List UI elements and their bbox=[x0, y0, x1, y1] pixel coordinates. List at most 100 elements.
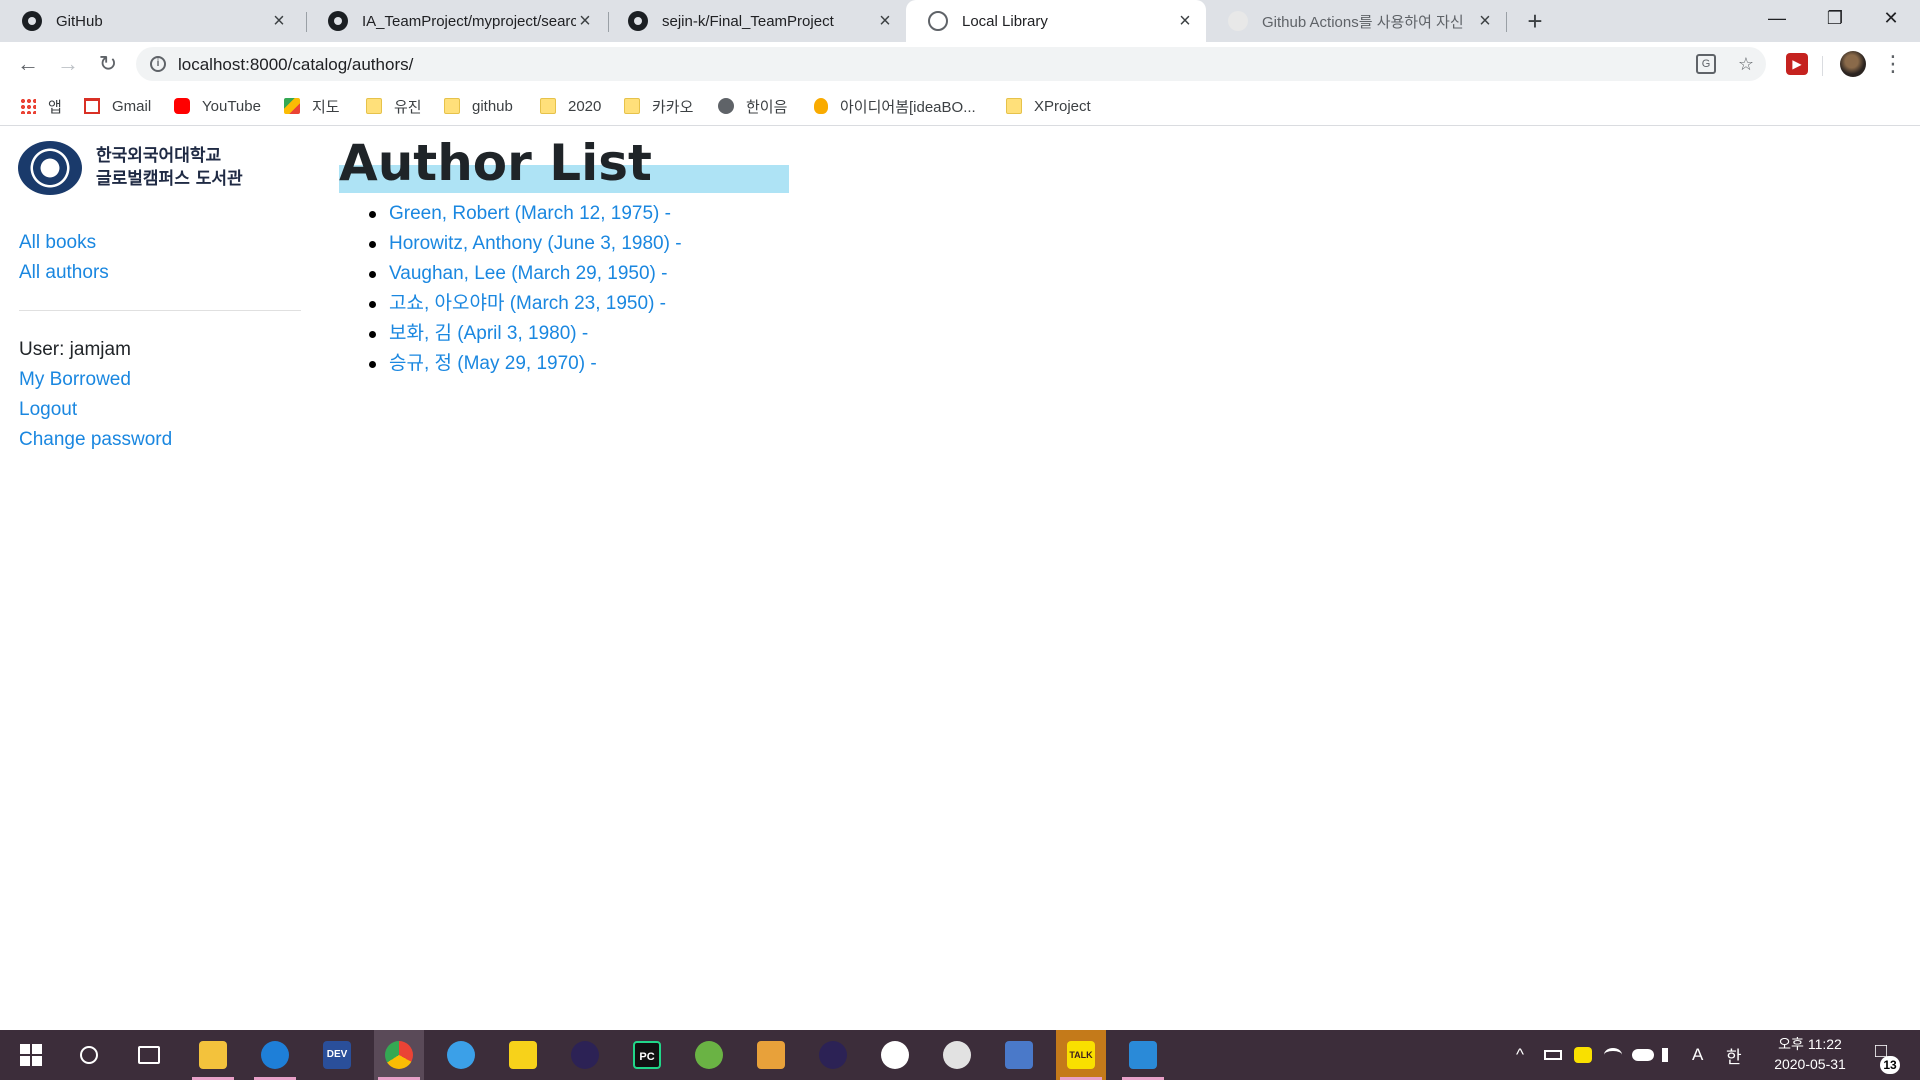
bookmark-folder-xproject[interactable]: XProject bbox=[1006, 94, 1091, 118]
tab-title: sejin-k/Final_TeamProject bbox=[662, 12, 834, 30]
eclipse-icon bbox=[819, 1041, 847, 1069]
tray-chevron-icon[interactable]: ^ bbox=[1516, 1030, 1524, 1080]
all-authors-link[interactable]: All authors bbox=[19, 262, 109, 284]
start-button[interactable] bbox=[6, 1030, 56, 1080]
task-view-button[interactable] bbox=[124, 1030, 174, 1080]
tab-ia-teamproject[interactable]: IA_TeamProject/myproject/searc × bbox=[306, 0, 606, 42]
taskbar-network-app[interactable] bbox=[746, 1030, 796, 1080]
taskbar-file-explorer[interactable] bbox=[188, 1030, 238, 1080]
author-link[interactable]: Green, Robert (March 12, 1975) - bbox=[389, 203, 671, 224]
author-link[interactable]: 고쇼, 아오야마 (March 23, 1950) - bbox=[389, 293, 666, 314]
bookmark-label: 한이음 bbox=[746, 98, 788, 116]
bookmark-gmail[interactable]: Gmail bbox=[84, 94, 151, 118]
library-logo[interactable]: 한국외국어대학교 글로벌캠퍼스 도서관 bbox=[18, 141, 243, 195]
author-link[interactable]: Vaughan, Lee (March 29, 1950) - bbox=[389, 263, 668, 284]
bookmark-haneum[interactable]: 한이음 bbox=[718, 94, 787, 118]
taskbar-vscode[interactable] bbox=[1118, 1030, 1168, 1080]
site-info-icon[interactable]: i bbox=[150, 56, 166, 72]
volume-icon[interactable] bbox=[1662, 1030, 1676, 1080]
all-books-link[interactable]: All books bbox=[19, 232, 96, 254]
taskbar-paint[interactable] bbox=[932, 1030, 982, 1080]
address-bar[interactable]: i localhost:8000/catalog/authors/ G ☆ bbox=[136, 47, 1766, 81]
maximize-button[interactable]: ❐ bbox=[1806, 0, 1864, 38]
bookmark-folder-github[interactable]: github bbox=[444, 94, 513, 118]
notification-badge: 13 bbox=[1880, 1056, 1900, 1074]
ie-icon bbox=[447, 1041, 475, 1069]
extension-icon[interactable]: ▶ bbox=[1786, 53, 1808, 75]
taskbar-devcpp[interactable]: DEV bbox=[312, 1030, 362, 1080]
tab-close-icon[interactable]: × bbox=[270, 11, 288, 31]
paint-icon bbox=[943, 1041, 971, 1069]
bookmarks-bar: 앱 Gmail YouTube 지도 유진 github 2020 카카오 한이… bbox=[0, 86, 1920, 126]
search-icon bbox=[80, 1046, 98, 1064]
kakao-tray-icon[interactable] bbox=[1574, 1030, 1592, 1080]
onedrive-icon[interactable] bbox=[1632, 1030, 1654, 1080]
page-icon bbox=[1228, 11, 1248, 31]
chrome-menu-icon[interactable]: ⋮ bbox=[1880, 48, 1906, 80]
tab-title: IA_TeamProject/myproject/searc bbox=[362, 12, 576, 30]
translate-icon[interactable]: G bbox=[1696, 54, 1716, 74]
tab-separator bbox=[1506, 12, 1507, 32]
remote-desktop-icon bbox=[1005, 1041, 1033, 1069]
taskbar-remote-desktop[interactable] bbox=[994, 1030, 1044, 1080]
tab-github[interactable]: GitHub × bbox=[0, 0, 300, 42]
tab-close-icon[interactable]: × bbox=[1476, 11, 1494, 31]
taskbar-ie[interactable] bbox=[436, 1030, 486, 1080]
bookmark-youtube[interactable]: YouTube bbox=[174, 94, 261, 118]
wifi-icon[interactable] bbox=[1604, 1030, 1622, 1080]
github-desktop-icon bbox=[881, 1041, 909, 1069]
tab-title: Github Actions를 사용하여 자신 bbox=[1262, 13, 1464, 31]
browser-toolbar: ← → ↻ i localhost:8000/catalog/authors/ … bbox=[0, 42, 1920, 86]
back-button[interactable]: ← bbox=[12, 48, 44, 80]
author-link[interactable]: Horowitz, Anthony (June 3, 1980) - bbox=[389, 233, 682, 254]
tab-strip: GitHub × IA_TeamProject/myproject/searc … bbox=[0, 0, 1920, 42]
user-label: User: jamjam bbox=[19, 339, 131, 360]
task-view-icon bbox=[138, 1046, 160, 1064]
system-clock[interactable]: 오후 11:22 2020-05-31 bbox=[1760, 1034, 1860, 1074]
reload-button[interactable]: ↻ bbox=[92, 48, 124, 80]
bookmark-star-icon[interactable]: ☆ bbox=[1734, 52, 1758, 76]
battery-icon[interactable] bbox=[1544, 1030, 1562, 1080]
tab-close-icon[interactable]: × bbox=[1176, 11, 1194, 31]
tab-close-icon[interactable]: × bbox=[576, 11, 594, 31]
bookmark-label: 앱 bbox=[48, 98, 62, 116]
bookmark-folder-kakao[interactable]: 카카오 bbox=[624, 94, 693, 118]
my-borrowed-link[interactable]: My Borrowed bbox=[19, 369, 131, 391]
taskbar-eclipse[interactable] bbox=[560, 1030, 610, 1080]
bookmark-apps[interactable]: 앱 bbox=[20, 94, 62, 118]
close-window-button[interactable]: ✕ bbox=[1862, 0, 1920, 38]
taskbar-pycharm[interactable]: PC bbox=[622, 1030, 672, 1080]
minimize-button[interactable]: — bbox=[1748, 0, 1806, 38]
taskbar-android-studio[interactable] bbox=[684, 1030, 734, 1080]
bookmark-label: YouTube bbox=[202, 97, 261, 115]
tab-local-library[interactable]: Local Library × bbox=[906, 0, 1206, 42]
bookmark-label: 지도 bbox=[312, 98, 340, 116]
search-button[interactable] bbox=[64, 1030, 114, 1080]
lightbulb-icon bbox=[814, 98, 828, 114]
ime-mode-a[interactable]: A bbox=[1692, 1030, 1703, 1080]
author-link[interactable]: 승규, 정 (May 29, 1970) - bbox=[389, 353, 597, 374]
logout-link[interactable]: Logout bbox=[19, 399, 77, 421]
taskbar-github-desktop[interactable] bbox=[870, 1030, 920, 1080]
profile-avatar[interactable] bbox=[1840, 51, 1866, 77]
taskbar-eclipse-2[interactable] bbox=[808, 1030, 858, 1080]
taskbar-chrome[interactable] bbox=[374, 1030, 424, 1080]
bookmark-folder-2020[interactable]: 2020 bbox=[540, 94, 601, 118]
new-tab-button[interactable]: + bbox=[1520, 6, 1550, 36]
bookmark-folder-yujin[interactable]: 유진 bbox=[366, 94, 422, 118]
taskbar-sticky-notes[interactable] bbox=[498, 1030, 548, 1080]
taskbar-kakaotalk[interactable]: TALK bbox=[1056, 1030, 1106, 1080]
forward-button[interactable]: → bbox=[52, 48, 84, 80]
author-link[interactable]: 보화, 김 (April 3, 1980) - bbox=[389, 323, 588, 344]
tab-final-teamproject[interactable]: sejin-k/Final_TeamProject × bbox=[606, 0, 906, 42]
bookmark-maps[interactable]: 지도 bbox=[284, 94, 340, 118]
tab-github-actions[interactable]: Github Actions를 사용하여 자신 × bbox=[1206, 0, 1506, 42]
apps-icon bbox=[20, 98, 36, 114]
github-icon bbox=[22, 11, 42, 31]
tab-close-icon[interactable]: × bbox=[876, 11, 894, 31]
taskbar-edge[interactable] bbox=[250, 1030, 300, 1080]
bookmark-ideabom[interactable]: 아이디어봄[ideaBO... bbox=[814, 94, 976, 118]
change-password-link[interactable]: Change password bbox=[19, 429, 172, 451]
url-text[interactable]: localhost:8000/catalog/authors/ bbox=[178, 55, 413, 75]
ime-mode-han[interactable]: 한 bbox=[1726, 1030, 1742, 1080]
